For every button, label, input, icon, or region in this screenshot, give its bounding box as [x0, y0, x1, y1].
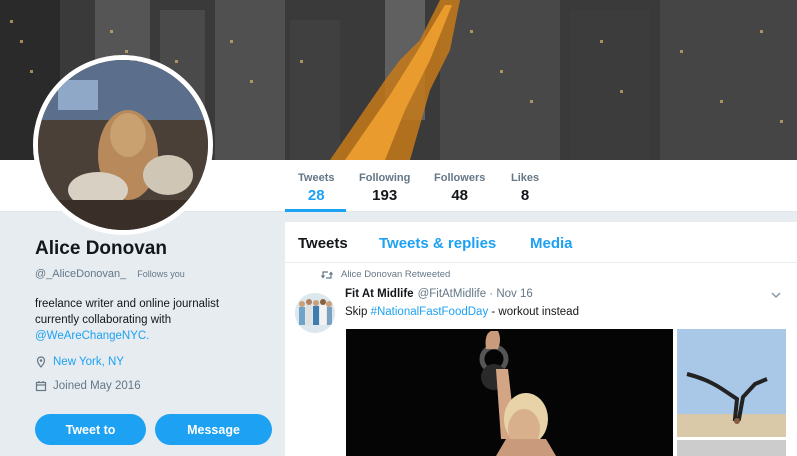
profile-handle[interactable]: @_AliceDonovan_	[35, 268, 126, 280]
tweet-text-prefix: Skip	[345, 306, 371, 318]
active-stat-indicator	[285, 209, 346, 212]
retweet-icon	[321, 270, 333, 279]
stat-followers[interactable]: Followers 48	[434, 172, 485, 204]
location-link[interactable]: New York, NY	[53, 356, 124, 368]
tweet-hashtag[interactable]: #NationalFastFoodDay	[371, 306, 489, 318]
group-photo-image	[295, 293, 335, 333]
tweet-author-name[interactable]: Fit At Midlife	[345, 288, 414, 300]
calendar-icon	[35, 381, 47, 392]
tab-tweets[interactable]: Tweets	[298, 235, 348, 252]
avatar[interactable]	[33, 55, 213, 235]
timeline-tabs: Tweets Tweets & replies Media	[285, 222, 797, 263]
retweeted-by-text[interactable]: Alice Donovan Retweeted	[341, 269, 450, 280]
retweet-context: Alice Donovan Retweeted	[321, 269, 450, 280]
tweet-media-main[interactable]	[346, 329, 673, 456]
stat-tweets-value: 28	[307, 187, 325, 204]
tweet-text: Skip #NationalFastFoodDay - workout inst…	[345, 306, 579, 318]
joined-date: Joined May 2016	[53, 380, 141, 392]
handle-row: @_AliceDonovan_ Follows you	[35, 268, 275, 280]
profile-card: Alice Donovan @_AliceDonovan_ Follows yo…	[35, 238, 275, 392]
tweet-author-avatar[interactable]	[295, 293, 335, 333]
tab-tweets-replies[interactable]: Tweets & replies	[379, 235, 496, 252]
stat-following[interactable]: Following 193	[359, 172, 410, 204]
avatar-image	[38, 60, 208, 230]
profile-name[interactable]: Alice Donovan	[35, 238, 275, 260]
tweet-handle-date[interactable]: @FitAtMidlife · Nov 16	[418, 288, 533, 300]
follows-you-badge: Follows you	[134, 268, 188, 280]
handstand-photo	[677, 329, 786, 437]
location-pin-icon	[36, 356, 46, 368]
tweet-header: Fit At Midlife @FitAtMidlife · Nov 16	[345, 288, 533, 300]
profile-actions: Tweet to Message	[35, 414, 272, 445]
timeline: Tweets Tweets & replies Media Alice Dono…	[285, 222, 797, 456]
stat-tweets[interactable]: Tweets 28	[298, 172, 334, 204]
stat-likes-value: 8	[520, 187, 530, 204]
stat-following-value: 193	[372, 187, 398, 204]
stat-likes-label: Likes	[511, 172, 540, 184]
tweet-text-suffix: - workout instead	[488, 306, 579, 318]
profile-joined: Joined May 2016	[35, 380, 275, 392]
tweet-media-side[interactable]	[677, 329, 786, 437]
stat-followers-value: 48	[451, 187, 469, 204]
tweet-media-side-2[interactable]	[677, 440, 786, 456]
message-button[interactable]: Message	[155, 414, 272, 445]
stat-following-label: Following	[359, 172, 411, 184]
profile-location: New York, NY	[35, 356, 275, 368]
tweet-to-button[interactable]: Tweet to	[35, 414, 146, 445]
stat-followers-label: Followers	[434, 172, 486, 184]
kettlebell-photo	[346, 329, 673, 456]
profile-bio: freelance writer and online journalist c…	[35, 296, 245, 344]
bio-mention-link[interactable]: @WeAreChangeNYC.	[35, 328, 245, 344]
chevron-down-icon[interactable]	[769, 288, 783, 302]
bio-line-2: currently collaborating with	[35, 314, 172, 326]
tab-media[interactable]: Media	[530, 235, 573, 252]
stat-likes[interactable]: Likes 8	[511, 172, 539, 204]
stat-tweets-label: Tweets	[298, 172, 335, 184]
bio-line-1: freelance writer and online journalist	[35, 298, 220, 310]
